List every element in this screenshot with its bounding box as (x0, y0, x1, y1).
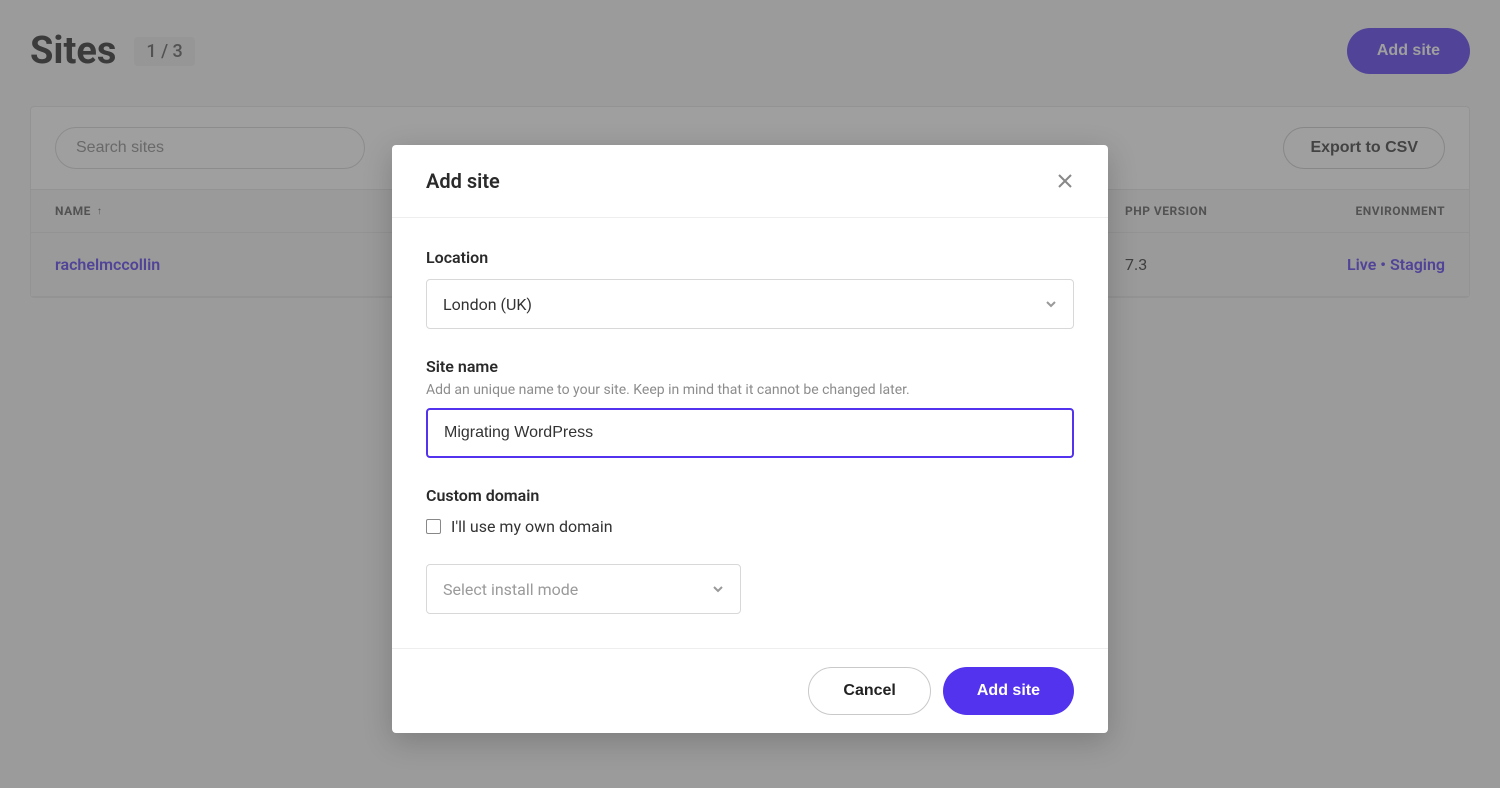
chevron-down-icon (1045, 295, 1057, 314)
domain-label: Custom domain (426, 486, 1074, 505)
sitename-input[interactable] (426, 408, 1074, 458)
own-domain-label: I'll use my own domain (451, 517, 613, 536)
location-select[interactable]: London (UK) (426, 279, 1074, 329)
cancel-button[interactable]: Cancel (808, 667, 930, 715)
install-mode-select[interactable]: Select install mode (426, 564, 741, 614)
add-site-modal: Add site Location London (UK) Site name … (392, 145, 1108, 733)
own-domain-checkbox[interactable] (426, 519, 441, 534)
chevron-down-icon (712, 580, 724, 599)
location-label: Location (426, 248, 1074, 267)
submit-add-site-button[interactable]: Add site (943, 667, 1074, 715)
install-mode-placeholder: Select install mode (443, 580, 578, 599)
sitename-label: Site name (426, 357, 1074, 376)
sitename-help: Add an unique name to your site. Keep in… (426, 382, 1074, 398)
close-icon[interactable] (1056, 172, 1074, 190)
location-value: London (UK) (443, 295, 532, 314)
modal-title: Add site (426, 169, 500, 193)
modal-overlay[interactable]: Add site Location London (UK) Site name … (0, 0, 1500, 788)
